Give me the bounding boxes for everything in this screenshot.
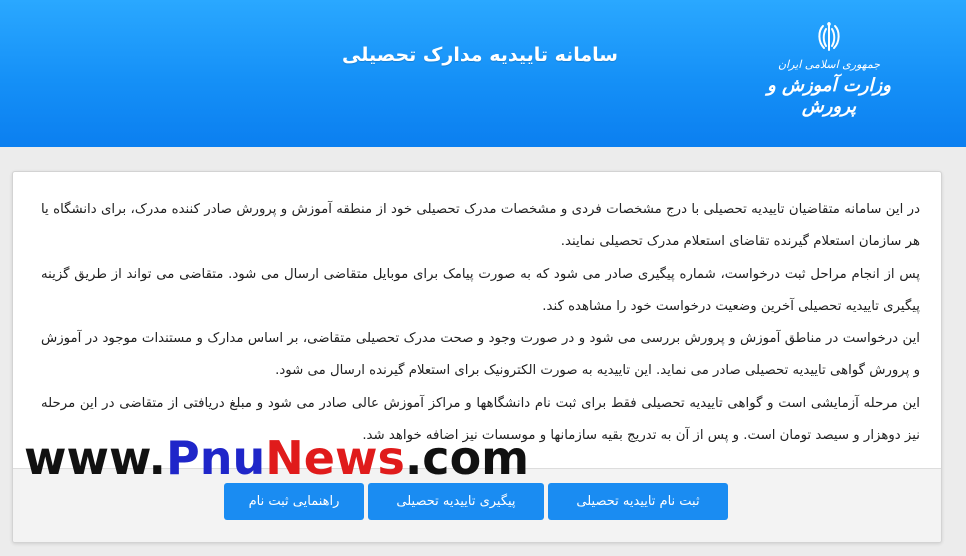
intro-paragraph-3: این درخواست در مناطق آموزش و پرورش بررسی… — [41, 331, 920, 379]
watermark-prefix: www. — [24, 431, 167, 485]
site-header: سامانه تاییدیه مدارک تحصیلی جمهوری اسلام… — [0, 0, 966, 147]
page-title: سامانه تاییدیه مدارک تحصیلی — [342, 44, 618, 66]
ministry-country-label: جمهوری اسلامی ایران — [777, 58, 881, 71]
info-panel-body: در این سامانه متقاضیان تاییدیه تحصیلی با… — [13, 172, 941, 468]
watermark-brand-red: News — [265, 431, 405, 485]
intro-paragraph-1: در این سامانه متقاضیان تاییدیه تحصیلی با… — [41, 202, 920, 250]
intro-paragraph-2: پس از انجام مراحل ثبت درخواست، شماره پیگ… — [41, 266, 920, 314]
intro-text: در این سامانه متقاضیان تاییدیه تحصیلی با… — [41, 194, 920, 452]
register-certificate-button[interactable]: ثبت نام تاییدیه تحصیلی — [548, 483, 728, 520]
watermark-brand-blue: Pnu — [166, 431, 266, 485]
watermark-suffix: .com — [404, 431, 530, 485]
registration-guide-button[interactable]: راهنمایی ثبت نام — [224, 483, 364, 520]
iran-emblem-icon — [818, 22, 840, 51]
site-watermark: www.PnuNews.com — [24, 428, 529, 488]
track-certificate-button[interactable]: پیگیری تاییدیه تحصیلی — [368, 483, 544, 520]
ministry-name-label: وزارت آموزش و پرورش — [767, 75, 891, 117]
ministry-logo[interactable]: جمهوری اسلامی ایران وزارت آموزش و پرورش — [744, 20, 914, 130]
